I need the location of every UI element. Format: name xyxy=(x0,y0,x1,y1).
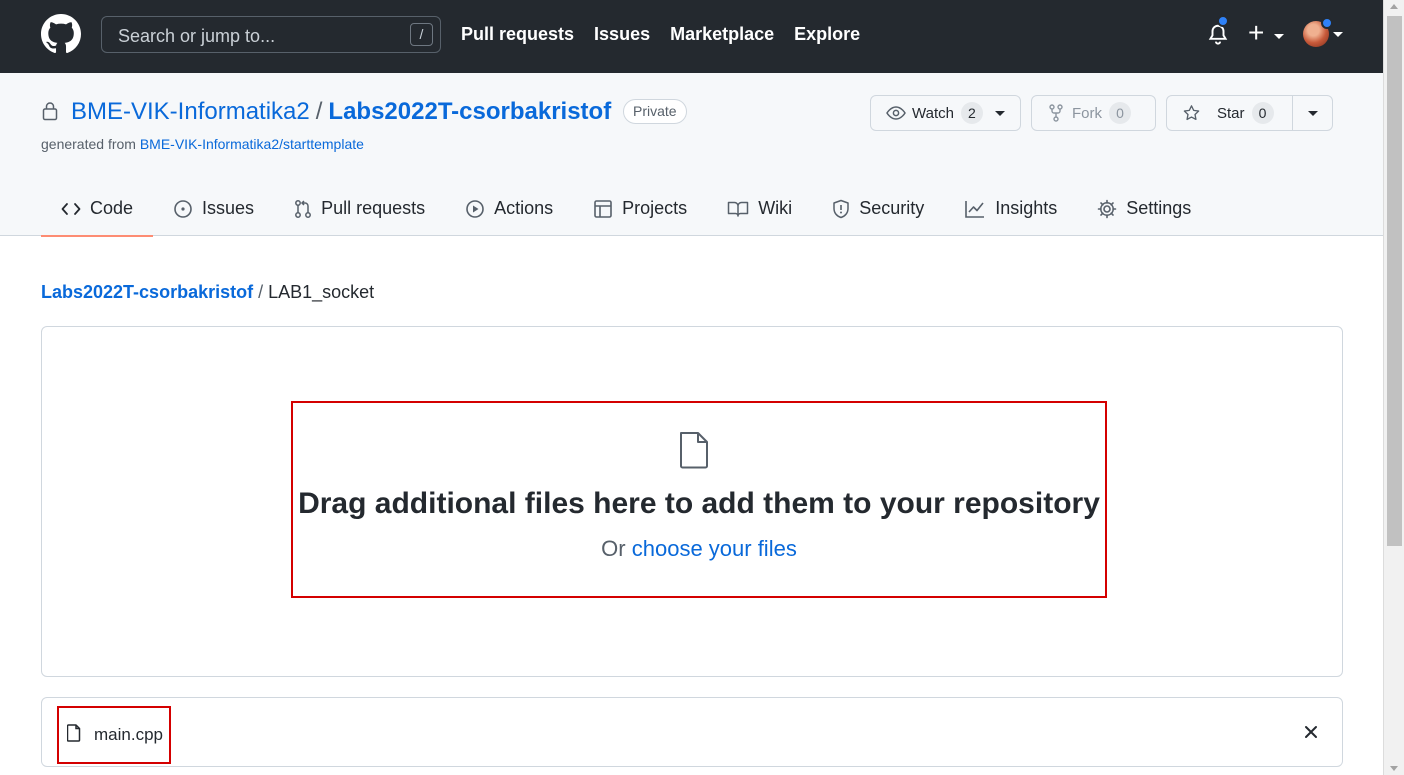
search-input[interactable]: Search or jump to... / xyxy=(101,16,441,53)
tab-code[interactable]: Code xyxy=(41,181,154,237)
dropzone-subtitle: Or choose your files xyxy=(293,536,1105,562)
create-caret-icon[interactable] xyxy=(1274,34,1284,39)
file-item-highlight: main.cpp xyxy=(57,706,171,764)
star-label: Star xyxy=(1217,104,1245,122)
fork-button[interactable]: Fork 0 xyxy=(1031,95,1156,131)
file-icon xyxy=(67,724,81,742)
tab-actions-label: Actions xyxy=(494,198,554,218)
watch-label: Watch xyxy=(912,104,954,122)
notification-dot xyxy=(1217,15,1229,27)
generated-from-note: generated from BME-VIK-Informatika2/star… xyxy=(41,136,364,152)
tab-projects[interactable]: Projects xyxy=(573,181,707,236)
dropzone-or-text: Or xyxy=(601,536,626,561)
code-icon xyxy=(61,202,81,215)
eye-icon xyxy=(886,106,906,120)
scroll-thumb[interactable] xyxy=(1387,16,1402,546)
github-logo-icon[interactable] xyxy=(41,14,81,54)
issue-icon xyxy=(174,199,192,218)
choose-files-link[interactable]: choose your files xyxy=(632,536,797,561)
star-list-dropdown[interactable] xyxy=(1293,96,1332,130)
lock-icon xyxy=(42,102,58,121)
repo-title-separator: / xyxy=(315,98,323,125)
repo-header: BME-VIK-Informatika2 / Labs2022T-csorbak… xyxy=(0,73,1383,237)
watch-button[interactable]: Watch 2 xyxy=(870,95,1021,131)
global-header: Search or jump to... / Pull requests Iss… xyxy=(0,0,1383,73)
template-link[interactable]: BME-VIK-Informatika2/starttemplate xyxy=(140,136,364,152)
tab-projects-label: Projects xyxy=(622,198,688,218)
tab-settings-label: Settings xyxy=(1126,198,1192,218)
shield-icon xyxy=(833,199,849,218)
tab-wiki[interactable]: Wiki xyxy=(707,181,812,236)
repo-tabs: Code Issues Pull requests Actions Projec… xyxy=(41,181,1211,237)
close-icon[interactable] xyxy=(1301,722,1321,742)
scroll-up-icon[interactable] xyxy=(1390,4,1398,9)
nav-explore[interactable]: Explore xyxy=(794,24,860,45)
play-icon xyxy=(466,199,484,218)
tab-issues[interactable]: Issues xyxy=(153,181,274,236)
breadcrumb-folder: LAB1_socket xyxy=(268,282,375,302)
tab-code-label: Code xyxy=(90,198,134,218)
star-count: 0 xyxy=(1251,102,1274,124)
repo-owner-link[interactable]: BME-VIK-Informatika2 xyxy=(71,98,310,126)
search-placeholder: Search or jump to... xyxy=(118,26,276,46)
breadcrumb-separator: / xyxy=(258,282,264,302)
nav-marketplace[interactable]: Marketplace xyxy=(670,24,774,45)
book-icon xyxy=(727,201,749,217)
fork-label: Fork xyxy=(1072,104,1102,122)
tab-issues-label: Issues xyxy=(202,198,255,218)
scroll-down-icon[interactable] xyxy=(1390,766,1398,771)
upload-dropzone[interactable]: Drag additional files here to add them t… xyxy=(41,326,1343,677)
table-icon xyxy=(594,199,612,218)
breadcrumb: Labs2022T-csorbakristof / LAB1_socket xyxy=(41,282,374,303)
watch-count: 2 xyxy=(960,102,983,124)
pull-request-icon xyxy=(295,199,312,218)
star-caret-icon xyxy=(1307,110,1318,116)
tab-settings[interactable]: Settings xyxy=(1077,181,1211,236)
create-new-button[interactable]: + xyxy=(1248,16,1264,50)
breadcrumb-repo-link[interactable]: Labs2022T-csorbakristof xyxy=(41,282,253,302)
dropzone-title: Drag additional files here to add them t… xyxy=(298,487,1100,520)
repo-title: BME-VIK-Informatika2 / Labs2022T-csorbak… xyxy=(71,98,611,126)
watch-caret-icon xyxy=(994,110,1005,116)
file-name: main.cpp xyxy=(94,725,163,744)
upload-file-list: main.cpp xyxy=(41,697,1343,767)
tab-actions[interactable]: Actions xyxy=(445,181,573,236)
nav-pull-requests[interactable]: Pull requests xyxy=(461,24,574,45)
repo-name-link[interactable]: Labs2022T-csorbakristof xyxy=(328,98,611,126)
star-button[interactable]: Star 0 xyxy=(1167,96,1293,130)
global-nav: Pull requests Issues Marketplace Explore xyxy=(461,24,860,45)
tab-insights[interactable]: Insights xyxy=(944,181,1077,236)
tab-security-label: Security xyxy=(859,198,925,218)
search-shortcut-key: / xyxy=(410,23,433,46)
avatar-status-dot xyxy=(1321,17,1333,29)
star-icon xyxy=(1183,105,1200,121)
tab-security[interactable]: Security xyxy=(812,181,944,236)
visibility-badge: Private xyxy=(623,99,687,124)
tab-insights-label: Insights xyxy=(995,198,1058,218)
fork-count: 0 xyxy=(1109,102,1131,124)
drop-target-highlight[interactable]: Drag additional files here to add them t… xyxy=(291,401,1107,598)
tab-pull-requests-label: Pull requests xyxy=(321,198,426,218)
fork-icon xyxy=(1049,104,1063,122)
generated-from-label: generated from xyxy=(41,136,136,152)
avatar-caret-icon[interactable] xyxy=(1333,32,1343,37)
tab-pull-requests[interactable]: Pull requests xyxy=(274,181,445,236)
gear-icon xyxy=(1097,199,1117,218)
nav-issues[interactable]: Issues xyxy=(594,24,650,45)
page-scrollbar[interactable] xyxy=(1383,0,1404,775)
graph-icon xyxy=(965,200,985,218)
star-button-group: Star 0 xyxy=(1166,95,1333,131)
file-icon xyxy=(680,432,708,469)
tab-wiki-label: Wiki xyxy=(758,198,793,218)
